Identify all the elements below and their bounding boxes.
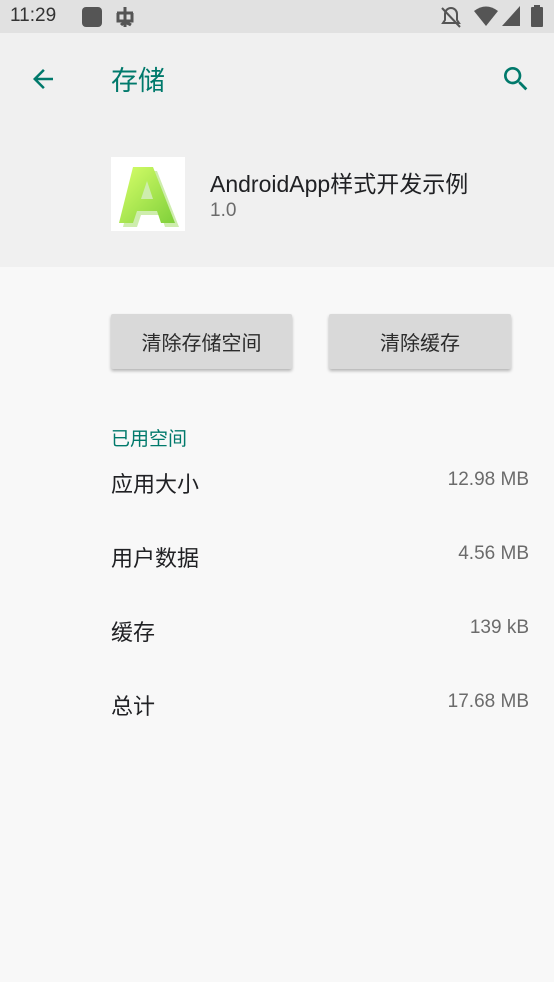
row-label: 缓存: [111, 621, 156, 646]
notification-app-icon: [116, 7, 134, 27]
row-value: 17.68 MB: [447, 691, 529, 712]
search-icon: [504, 67, 528, 91]
row-label: 用户数据: [111, 547, 200, 572]
section-title-used-space: 已用空间: [111, 428, 188, 450]
clear-storage-button[interactable]: 清除存储空间: [111, 314, 292, 369]
app-version: 1.0: [210, 200, 237, 221]
row-label: 应用大小: [111, 473, 200, 498]
page-title: 存储: [111, 66, 165, 97]
storage-row-app-size: 应用大小 12.98 MB: [111, 467, 529, 507]
storage-row-cache: 缓存 139 kB: [111, 615, 529, 655]
status-bar: 11:29: [0, 0, 554, 33]
storage-row-total: 总计 17.68 MB: [111, 689, 529, 729]
cellular-signal-icon: [502, 6, 520, 26]
clear-cache-button[interactable]: 清除缓存: [329, 314, 511, 369]
wifi-icon: [474, 6, 498, 26]
app-name: AndroidApp样式开发示例: [210, 171, 469, 197]
app-square-icon: [82, 7, 102, 27]
arrow-back-icon: [33, 69, 53, 89]
back-button[interactable]: [22, 59, 66, 99]
row-label: 总计: [111, 695, 156, 720]
row-value: 139 kB: [469, 617, 529, 638]
row-value: 4.56 MB: [458, 543, 529, 564]
app-header: AndroidApp样式开发示例 1.0: [0, 123, 554, 267]
row-value: 12.98 MB: [447, 469, 529, 490]
status-time: 11:29: [10, 5, 57, 26]
storage-row-user-data: 用户数据 4.56 MB: [111, 541, 529, 581]
do-not-disturb-off-icon: [441, 6, 461, 28]
search-button[interactable]: [494, 59, 538, 99]
battery-icon: [531, 5, 543, 27]
letter-a-app-icon: [119, 167, 179, 227]
app-icon: [111, 157, 185, 231]
app-bar: 存储: [0, 33, 554, 123]
